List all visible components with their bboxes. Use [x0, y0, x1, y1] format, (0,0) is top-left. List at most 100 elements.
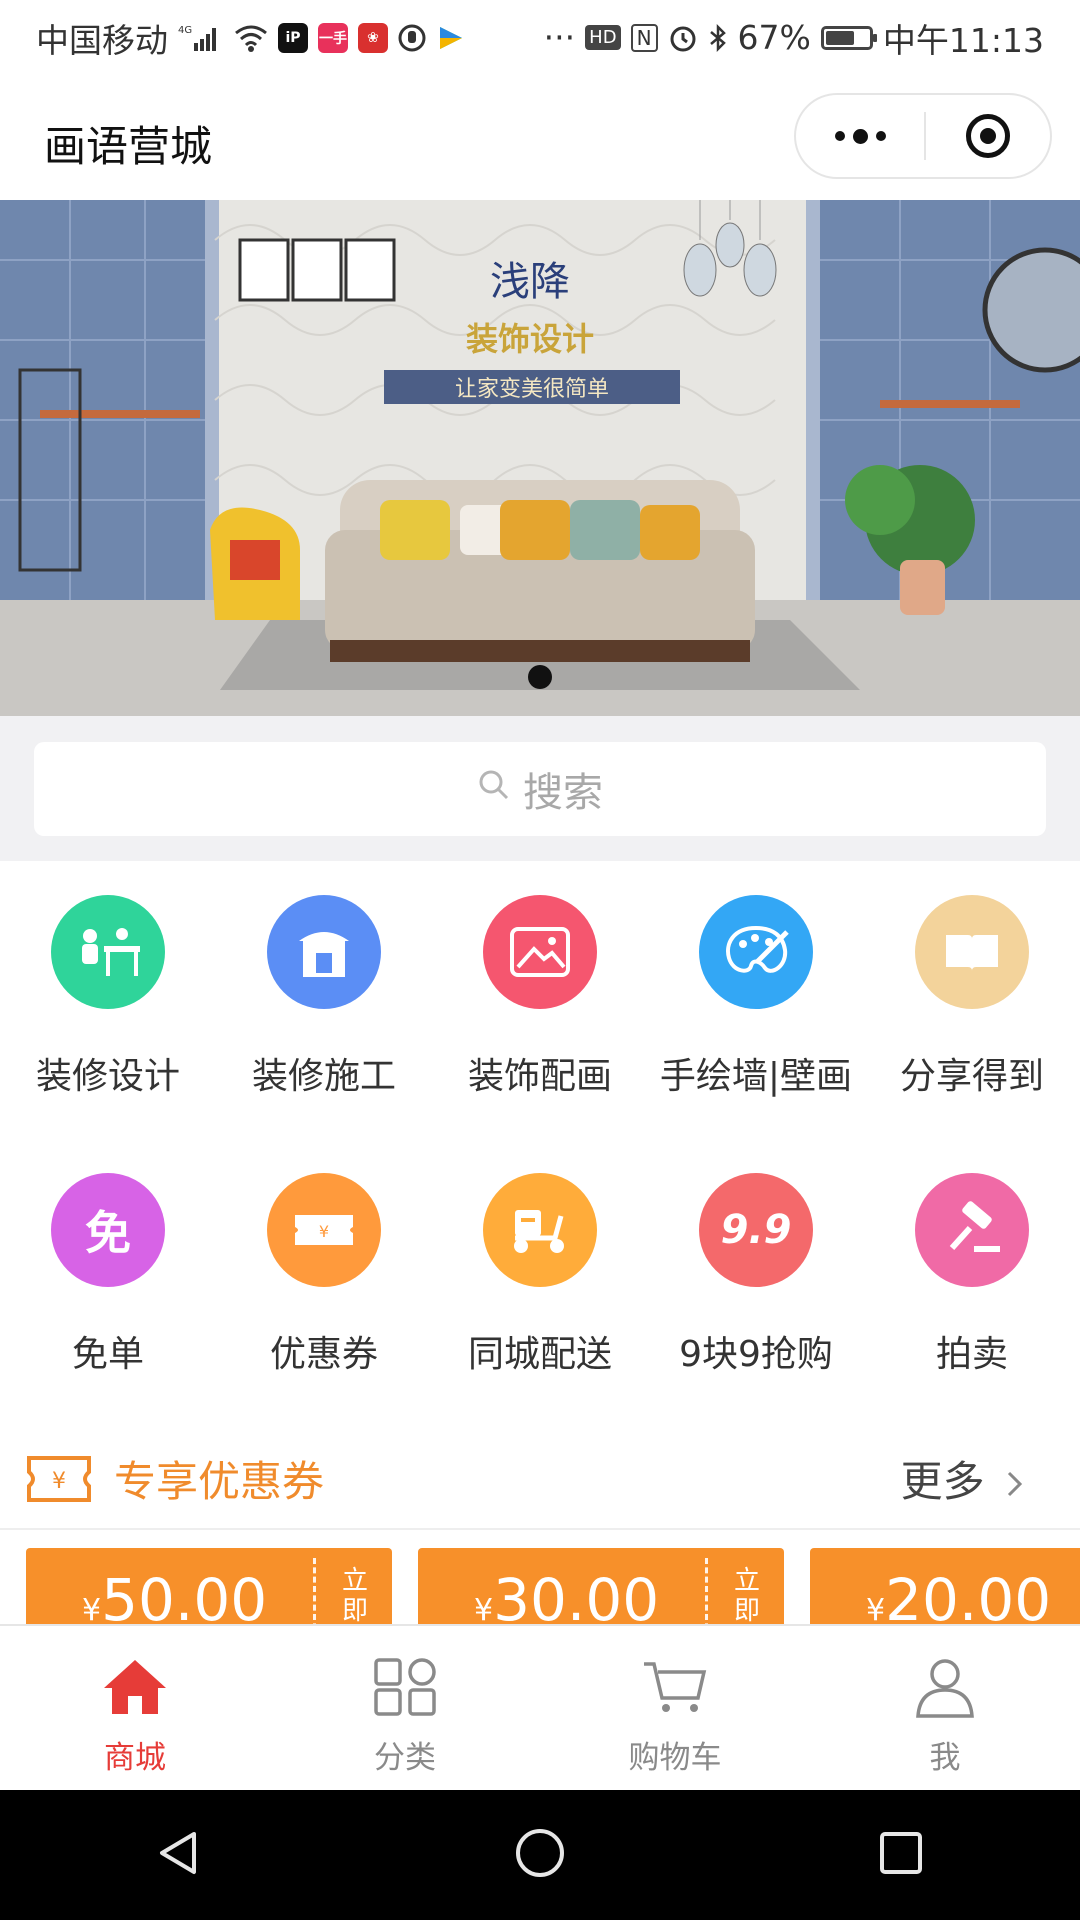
shop-icon: [267, 895, 381, 1009]
category-label: 优惠券: [269, 1334, 378, 1375]
target-icon: [966, 114, 1010, 158]
category-flash-sale[interactable]: 9.9 9块9抢购: [648, 1173, 864, 1377]
book-icon: [915, 895, 1029, 1009]
app-yishou-icon: 一手: [318, 22, 348, 53]
nfc-icon: N: [630, 23, 658, 52]
signal-icon: 4G: [178, 23, 224, 53]
banner-carousel[interactable]: 浅降 装饰设计 让家变美很简单: [0, 200, 1080, 716]
coupon-card[interactable]: ¥20.00 立即: [810, 1548, 1080, 1624]
carrier-name: 中国移动: [36, 20, 168, 60]
more-status-icon: ···: [543, 18, 576, 57]
coupon-amount: ¥20.00: [866, 1566, 1052, 1624]
play-icon: [436, 23, 464, 53]
coupon-card[interactable]: ¥50.00 立即: [26, 1548, 392, 1624]
category-icon: [370, 1656, 440, 1726]
search-placeholder: 搜索: [523, 770, 603, 816]
home-icon: [100, 1656, 170, 1726]
category-auction[interactable]: 拍卖: [864, 1173, 1080, 1377]
category-murals[interactable]: 手绘墙|壁画: [648, 895, 864, 1099]
banner-headline: 装饰设计: [466, 320, 594, 358]
status-bar: 中国移动 4G iP 一手 ❀ ··· HD N 67% 中午11:13: [0, 0, 1080, 75]
close-miniprogram-button[interactable]: [926, 95, 1050, 177]
svg-text:4G: 4G: [178, 25, 192, 36]
svg-text:¥: ¥: [52, 1469, 66, 1494]
tab-label: 我: [929, 1740, 961, 1776]
category-label: 9块9抢购: [679, 1334, 833, 1375]
picture-icon: [483, 895, 597, 1009]
coupon-divider: [313, 1558, 316, 1624]
more-dot-icon: [875, 131, 886, 141]
category-share-earn[interactable]: 分享得到: [864, 895, 1080, 1099]
category-grid: 装修设计 装修施工 装饰配画 手绘墙|壁画 分享得到 免 免单 ¥ 优惠券 同城…: [0, 861, 1080, 1421]
chevron-right-icon: [1006, 1460, 1024, 1509]
home-circle-icon[interactable]: [513, 1826, 567, 1884]
more-coupons-link[interactable]: 更多: [901, 1448, 1024, 1509]
category-coupons[interactable]: ¥ 优惠券: [216, 1173, 432, 1377]
bottom-tab-bar: 商城 分类 购物车 我: [0, 1624, 1080, 1792]
wifi-icon: [234, 23, 268, 53]
page-title: 画语营城: [44, 122, 213, 171]
free-icon: 免: [51, 1173, 165, 1287]
tab-category[interactable]: 分类: [270, 1626, 540, 1792]
app-header: 画语营城: [0, 75, 1080, 200]
carousel-indicator[interactable]: [528, 665, 552, 689]
recents-icon[interactable]: [876, 1828, 926, 1882]
category-free-order[interactable]: 免 免单: [0, 1173, 216, 1377]
clock: 中午11:13: [882, 20, 1044, 60]
category-label: 装修施工: [251, 1056, 396, 1097]
search-icon: [477, 766, 511, 812]
coupon-list: ¥50.00 立即 ¥30.00 立即 ¥20.00 立即: [0, 1548, 1080, 1624]
hand-icon: [398, 23, 426, 53]
desk-icon: [51, 895, 165, 1009]
coupon-card[interactable]: ¥30.00 立即: [418, 1548, 784, 1624]
coupon-amount: ¥50.00: [82, 1566, 268, 1624]
coupon-claim-button[interactable]: 立即: [734, 1566, 764, 1624]
coupon-icon: ¥: [267, 1173, 381, 1287]
category-local-delivery[interactable]: 同城配送: [432, 1173, 648, 1377]
banner-tagline: 让家变美很简单: [455, 377, 609, 402]
nine-nine-icon: 9.9: [699, 1173, 813, 1287]
category-construction[interactable]: 装修施工: [216, 895, 432, 1099]
more-dot-icon: [852, 128, 868, 144]
banner-image: 浅降 装饰设计 让家变美很简单: [0, 200, 1080, 716]
tab-cart[interactable]: 购物车: [540, 1626, 810, 1792]
tab-label: 购物车: [628, 1740, 722, 1776]
category-label: 同城配送: [467, 1334, 612, 1375]
cart-icon: [640, 1656, 710, 1726]
section-title: 专享优惠券: [114, 1457, 325, 1506]
category-label: 手绘墙|壁画: [659, 1056, 853, 1097]
category-decoration-design[interactable]: 装修设计: [0, 895, 216, 1099]
hd-icon: HD: [585, 25, 621, 50]
tab-me[interactable]: 我: [810, 1626, 1080, 1792]
app-ip-icon: iP: [278, 22, 308, 53]
back-icon[interactable]: [154, 1828, 204, 1882]
scooter-icon: [483, 1173, 597, 1287]
status-right: ··· HD N 67% 中午11:13: [544, 14, 1044, 62]
alarm-icon: [668, 23, 698, 53]
category-label: 免单: [71, 1334, 144, 1375]
ticket-icon: ¥: [26, 1454, 92, 1508]
search-input[interactable]: 搜索: [34, 742, 1046, 836]
user-icon: [910, 1656, 980, 1726]
app-flower-icon: ❀: [358, 22, 388, 53]
miniprogram-capsule: [794, 93, 1052, 179]
palette-icon: [699, 895, 813, 1009]
more-label: 更多: [900, 1457, 985, 1506]
coupon-amount: ¥30.00: [474, 1566, 660, 1624]
coupon-claim-button[interactable]: 立即: [342, 1566, 372, 1624]
coupon-section-header: ¥ 专享优惠券 更多: [0, 1410, 1080, 1530]
more-menu-button[interactable]: [796, 95, 924, 177]
status-left: 中国移动 4G iP 一手 ❀: [36, 14, 464, 62]
category-decor-paintings[interactable]: 装饰配画: [432, 895, 648, 1099]
tab-mall[interactable]: 商城: [0, 1626, 270, 1792]
search-section: 搜索: [0, 716, 1080, 861]
category-label: 装饰配画: [467, 1056, 612, 1097]
bluetooth-icon: [708, 23, 728, 53]
gavel-icon: [915, 1173, 1029, 1287]
tab-label: 商城: [104, 1740, 166, 1776]
svg-text:¥: ¥: [319, 1222, 329, 1241]
category-label: 拍卖: [935, 1334, 1008, 1375]
category-label: 分享得到: [899, 1056, 1044, 1097]
more-dot-icon: [834, 131, 845, 141]
battery-icon: [820, 25, 877, 50]
